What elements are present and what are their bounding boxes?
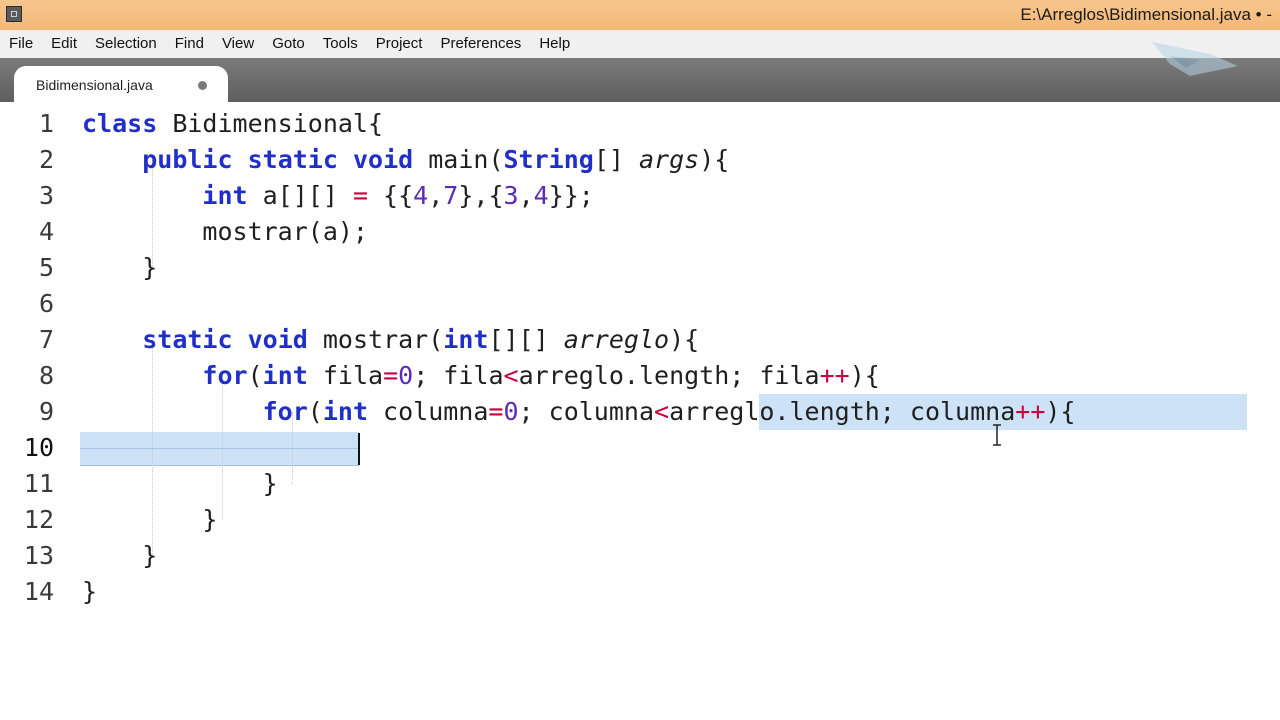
selection-highlight	[80, 432, 359, 466]
line-number-current: 10	[23, 433, 54, 462]
code-line[interactable]: for(int fila=0; fila<arreglo.length; fil…	[82, 358, 879, 394]
title-bar: E:\Arreglos\Bidimensional.java • -	[0, 0, 1280, 30]
line-number: 7	[38, 325, 54, 354]
line-number: 5	[38, 253, 54, 282]
tab-bidimensional-java[interactable]: Bidimensional.java	[14, 66, 228, 102]
line-number: 3	[38, 181, 54, 210]
line-number: 12	[23, 505, 54, 534]
code-line[interactable]: }	[82, 538, 157, 574]
code-line[interactable]: }	[82, 250, 157, 286]
line-number: 14	[23, 577, 54, 606]
line-number: 13	[23, 541, 54, 570]
code-editor[interactable]: 1 2 3 4 5 6 7 8 9 10 11 12 13 14 class B…	[0, 102, 1280, 720]
code-line[interactable]: public static void main(String[] args){	[82, 142, 729, 178]
code-line[interactable]: }	[82, 466, 278, 502]
window-title: E:\Arreglos\Bidimensional.java • -	[1020, 5, 1272, 24]
line-number: 4	[38, 217, 54, 246]
tab-label: Bidimensional.java	[36, 77, 153, 93]
sublime-app-icon[interactable]	[6, 6, 22, 22]
menu-help[interactable]: Help	[530, 30, 579, 58]
line-number: 9	[38, 397, 54, 426]
line-number: 1	[38, 109, 54, 138]
menu-file[interactable]: File	[0, 30, 42, 58]
menu-tools[interactable]: Tools	[314, 30, 367, 58]
line-number: 8	[38, 361, 54, 390]
code-line[interactable]: mostrar(a);	[82, 214, 368, 250]
menu-goto[interactable]: Goto	[263, 30, 314, 58]
line-number-gutter: 1 2 3 4 5 6 7 8 9 10 11 12 13 14	[0, 102, 70, 720]
menu-preferences[interactable]: Preferences	[431, 30, 530, 58]
menu-selection[interactable]: Selection	[86, 30, 166, 58]
text-cursor	[358, 433, 360, 465]
watermark-logo-icon	[1152, 42, 1238, 76]
menu-view[interactable]: View	[213, 30, 263, 58]
menu-edit[interactable]: Edit	[42, 30, 86, 58]
menu-bar: File Edit Selection Find View Goto Tools…	[0, 30, 1280, 58]
code-line[interactable]: int a[][] = {{4,7},{3,4}};	[82, 178, 593, 214]
ibeam-cursor-icon	[993, 424, 1001, 446]
unsaved-dot-icon[interactable]	[198, 81, 207, 90]
menu-project[interactable]: Project	[367, 30, 432, 58]
code-line[interactable]: for(int columna=0; columna<arreglo.lengt…	[82, 394, 1076, 430]
menu-find[interactable]: Find	[166, 30, 213, 58]
code-line[interactable]: class Bidimensional{	[82, 106, 383, 142]
line-number: 6	[38, 289, 54, 318]
tab-strip: Bidimensional.java	[0, 58, 1280, 102]
code-line[interactable]: }	[82, 502, 217, 538]
code-line[interactable]: static void mostrar(int[][] arreglo){	[82, 322, 699, 358]
code-line[interactable]: }	[82, 574, 97, 610]
line-number: 2	[38, 145, 54, 174]
line-number: 11	[23, 469, 54, 498]
